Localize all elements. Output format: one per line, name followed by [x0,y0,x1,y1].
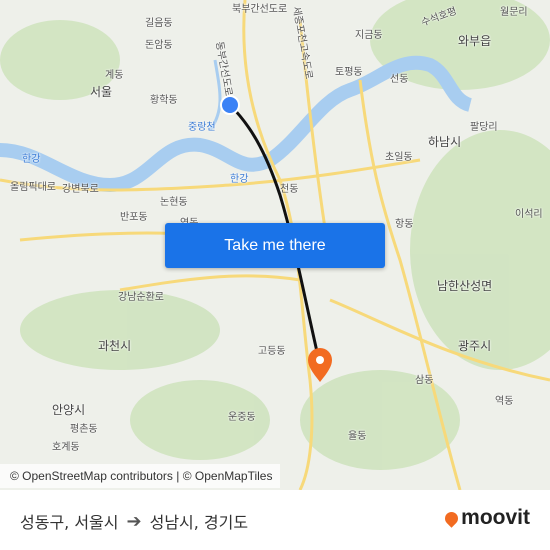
map-label: 토평동 [335,67,363,78]
map-label: 안양시 [52,403,86,417]
map-label: 항동 [395,219,414,230]
map-label: 황학동 [150,95,178,106]
map-label: 광주시 [458,339,492,353]
map-label: 월문리 [500,7,528,18]
map-label: 강변북로 [62,184,99,195]
moovit-logo[interactable]: moovit [442,506,530,530]
map-label: 고등동 [258,346,286,357]
map-label: 논현동 [160,197,188,208]
map-label: 이석리 [515,209,543,220]
map[interactable]: 길음동 돈암동 계동 서울 황학동 중랑천 한강 한강 올림픽대로 강변북로 논… [0,0,550,490]
map-label: 선동 [390,74,409,85]
take-me-there-button[interactable]: Take me there [165,223,385,268]
map-label: 올림픽대로 [10,182,56,193]
map-label: 중랑천 [188,122,216,133]
origin-marker [220,95,240,115]
map-label: 지금동 [355,30,383,41]
map-label: 역동 [495,396,514,407]
map-label: 반포동 [120,212,148,223]
map-label: 계동 [105,70,124,81]
map-label: 한강 [230,174,249,185]
map-label: 과천시 [98,339,132,353]
origin-label: 성동구, 서울시 [20,513,119,532]
map-attribution[interactable]: © OpenStreetMap contributors | © OpenMap… [0,464,281,488]
map-label: 천동 [280,184,299,195]
map-label: 호계동 [52,442,80,453]
map-label: 북부간선도로 [232,4,288,15]
map-label: 운중동 [228,412,256,423]
route-summary: 성동구, 서울시 ➔ 성남시, 경기도 [20,509,248,533]
moovit-pin-icon [442,508,461,528]
map-label: 강남순환로 [118,292,164,303]
map-label: 한강 [22,154,41,165]
destination-label: 성남시, 경기도 [149,513,249,532]
map-label: 남한산성면 [437,279,493,293]
brand-name: moovit [461,506,530,529]
map-label: 서울 [90,85,113,99]
map-label: 삼동 [415,375,434,386]
map-label: 길음동 [145,18,173,29]
footer: 성동구, 서울시 ➔ 성남시, 경기도 moovit [0,490,550,550]
map-label: 와부읍 [458,34,492,48]
map-label: 초일동 [385,152,413,163]
map-label: 율동 [348,431,367,442]
destination-marker [308,348,332,382]
map-label: 하남시 [428,135,462,149]
map-label: 평촌동 [70,424,98,435]
arrow-right-icon: ➔ [126,510,142,532]
map-label: 팔당리 [470,122,498,133]
map-label: 돈암동 [145,40,173,51]
